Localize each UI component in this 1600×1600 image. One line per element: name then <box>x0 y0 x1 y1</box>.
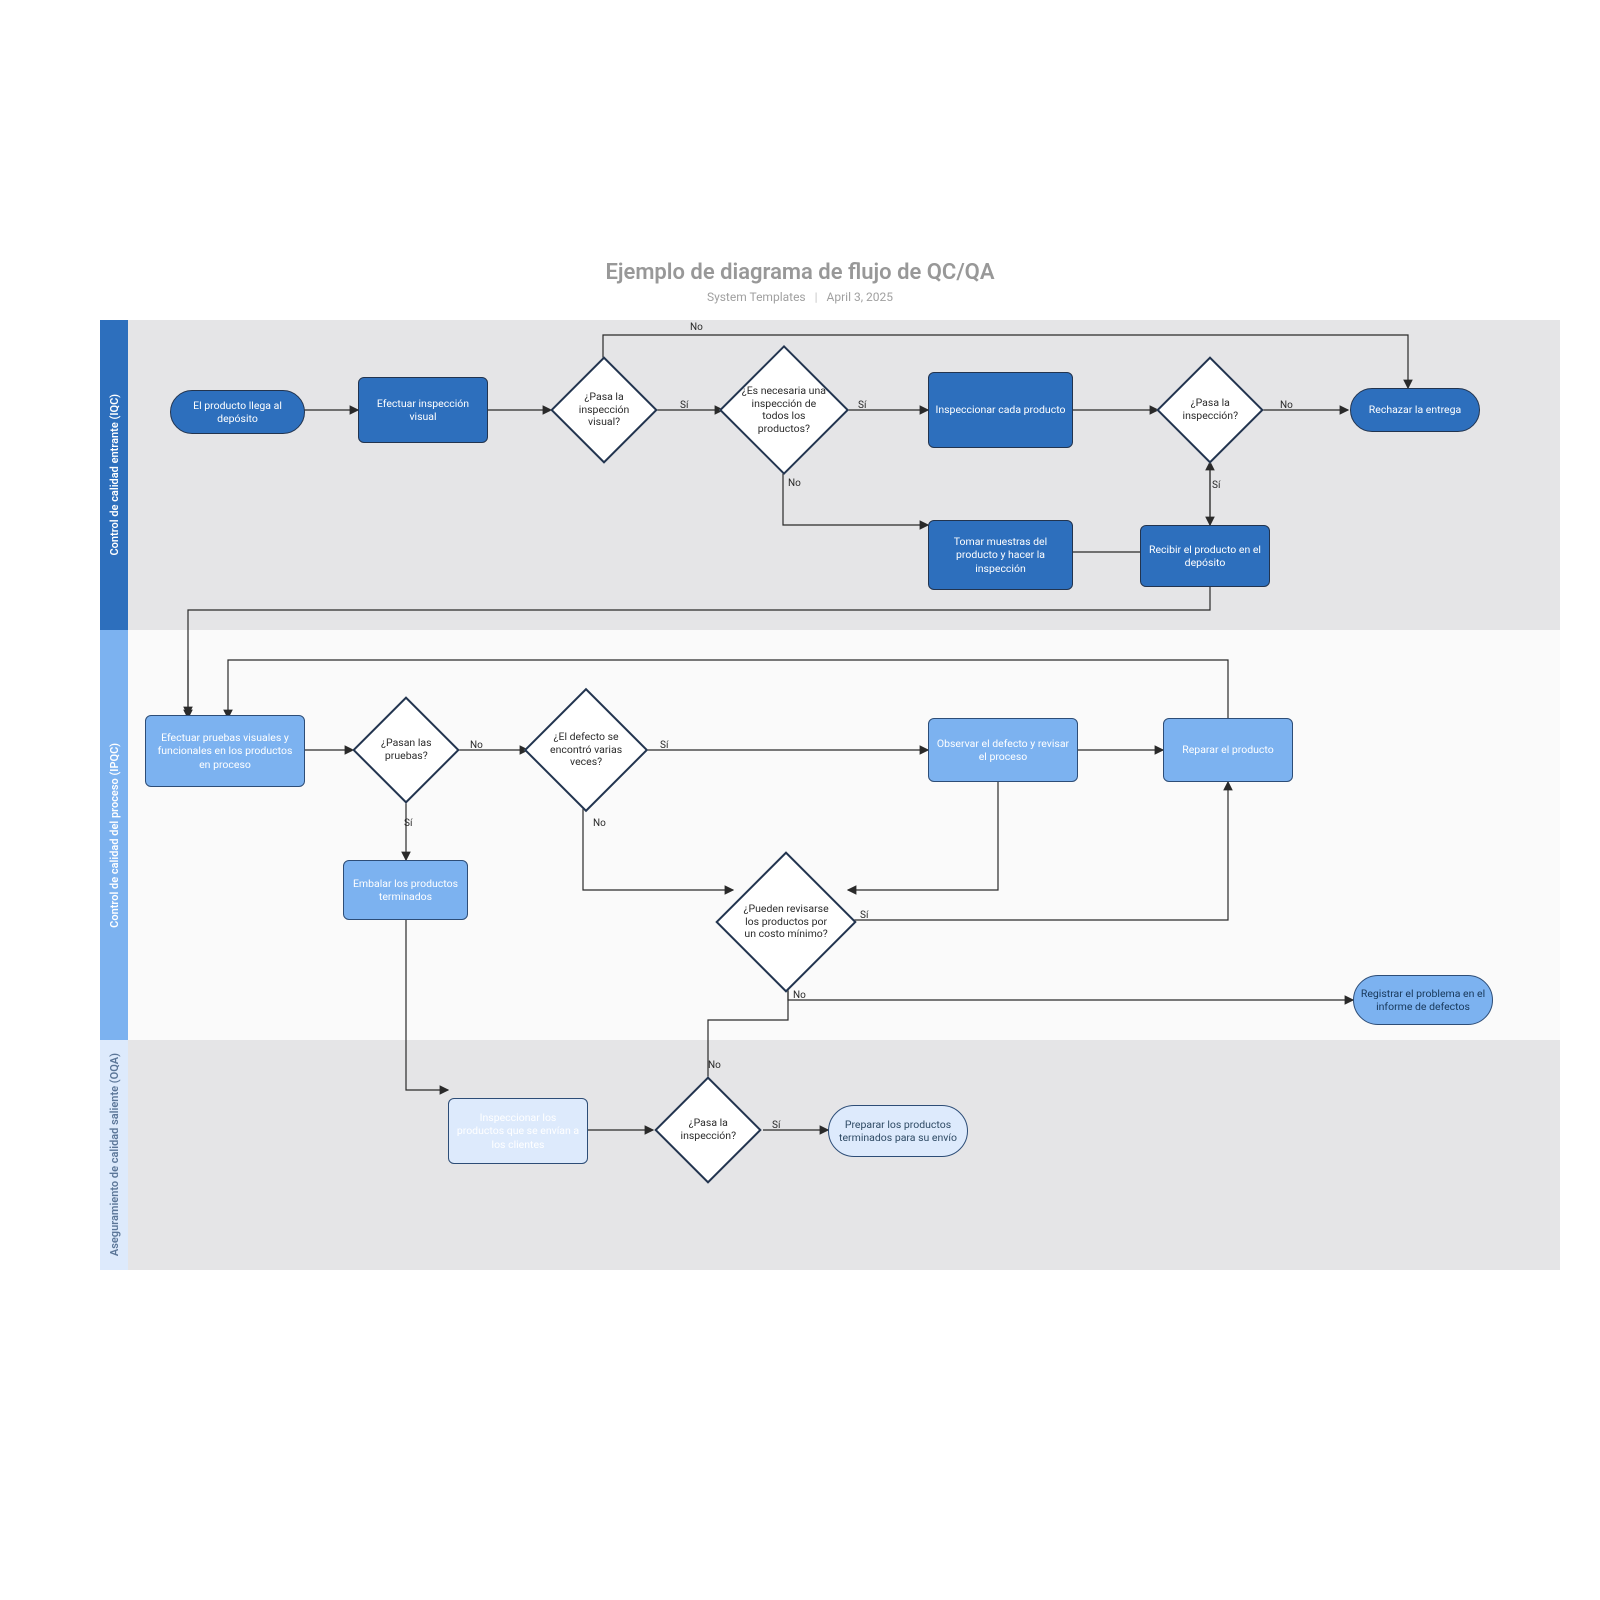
label-no: No <box>690 322 703 333</box>
label-yes: Sí <box>772 1120 780 1131</box>
process-observe-defect: Observar el defecto y revisar el proceso <box>928 718 1078 782</box>
label-yes: Sí <box>680 400 688 411</box>
process-inspect-shipping: Inspeccionar los productos que se envían… <box>448 1098 588 1164</box>
lane-body-iqc <box>128 320 1560 630</box>
label-no: No <box>593 818 606 829</box>
label-no: No <box>1280 400 1293 411</box>
date: April 3, 2025 <box>827 290 894 304</box>
label-yes: Sí <box>858 400 866 411</box>
process-visual-inspection: Efectuar inspección visual <box>358 377 488 443</box>
process-pack-finished: Embalar los productos terminados <box>343 860 468 920</box>
process-sample-inspect: Tomar muestras del producto y hacer la i… <box>928 520 1073 590</box>
label-no: No <box>470 740 483 751</box>
label-no: No <box>793 990 806 1001</box>
lane-header-iqc: Control de calidad entrante (IQC) <box>100 320 128 630</box>
lane-header-oqa: Aseguramiento de calidad saliente (OQA) <box>100 1040 128 1270</box>
process-repair-product: Reparar el producto <box>1163 718 1293 782</box>
label-yes: Sí <box>660 740 668 751</box>
separator: | <box>815 290 818 304</box>
lane-header-ipqc: Control de calidad del proceso (IPQC) <box>100 630 128 1040</box>
diagram-title: Ejemplo de diagrama de flujo de QC/QA <box>0 260 1600 285</box>
process-inspect-each: Inspeccionar cada producto <box>928 372 1073 448</box>
terminator-prepare-shipping: Preparar los productos terminados para s… <box>828 1105 968 1157</box>
terminator-product-arrives: El producto llega al depósito <box>170 390 305 434</box>
terminator-reject-delivery: Rechazar la entrega <box>1350 388 1480 432</box>
label-yes: Sí <box>1212 480 1220 491</box>
process-receive-product: Recibir el producto en el depósito <box>1140 525 1270 587</box>
process-ipqc-tests: Efectuar pruebas visuales y funcionales … <box>145 715 305 787</box>
swimlane-diagram: Control de calidad entrante (IQC) Contro… <box>100 320 1560 1450</box>
label-yes: Sí <box>404 818 412 829</box>
label-yes: Sí <box>860 910 868 921</box>
label-no: No <box>708 1060 721 1071</box>
label-no: No <box>788 478 801 489</box>
diagram-subtitle: System Templates | April 3, 2025 <box>0 290 1600 304</box>
terminator-log-defect-report: Registrar el problema en el informe de d… <box>1353 975 1493 1025</box>
author: System Templates <box>707 290 806 304</box>
lane-body-ipqc <box>128 630 1560 1040</box>
